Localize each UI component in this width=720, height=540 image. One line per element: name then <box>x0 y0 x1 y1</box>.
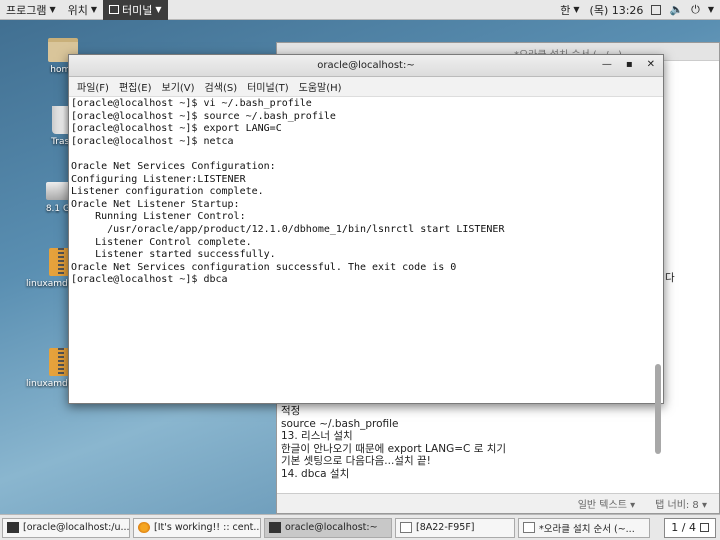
gedit-line: 한글이 안나오기 때문에 export LANG=C 로 치기 <box>281 442 507 455</box>
close-icon[interactable]: ✕ <box>647 59 655 70</box>
workspace-icon[interactable] <box>651 4 662 15</box>
gedit-line: 13. 리스너 설치 <box>281 430 353 443</box>
terminal-line: [oracle@localhost ~]$ dbca <box>71 274 228 286</box>
volume-icon[interactable]: 🔈 <box>669 3 683 16</box>
menu-terminal[interactable]: 터미널(T) <box>247 79 289 94</box>
menu-view[interactable]: 보기(V) <box>162 79 195 94</box>
firefox-icon <box>138 522 150 533</box>
input-method-label: 한 <box>560 3 571 17</box>
gedit-line: 적정 <box>281 405 301 417</box>
terminal-line: Running Listener Control: <box>71 211 246 223</box>
chevron-down-icon: ▼ <box>155 5 162 14</box>
taskbar-item[interactable]: [It's working!! :: cent... <box>133 517 261 538</box>
terminal-line: Listener Control complete. <box>71 236 252 248</box>
places-menu[interactable]: 위치 ▼ <box>62 0 103 20</box>
terminal-app-menu[interactable]: 터미널 ▼ <box>103 0 168 20</box>
top-panel: 프로그램 ▼ 위치 ▼ 터미널 ▼ 한 ▼ (목) 13:26 🔈 ⏻ ▼ <box>0 0 720 20</box>
minimize-icon[interactable]: — <box>602 59 612 70</box>
terminal-line: Listener configuration complete. <box>71 186 264 198</box>
terminal-icon <box>109 5 120 14</box>
terminal-line: Configuring Listener:LISTENER <box>71 173 246 185</box>
gedit-text-area[interactable]: 적정 source ~/.bash_profile 13. 리스너 설치 한글이… <box>281 405 711 481</box>
chevron-down-icon[interactable]: ▼ <box>708 5 714 14</box>
terminal-line: [oracle@localhost ~]$ export LANG=C <box>71 123 282 135</box>
taskbar-item[interactable]: *오라클 설치 순서 (~... <box>518 517 650 538</box>
terminal-window[interactable]: oracle@localhost:~ — ▪ ✕ 파일(F) 편집(E) 보기(… <box>68 54 664 454</box>
gedit-line: 14. dbca 설치 <box>281 467 350 480</box>
input-method-indicator[interactable]: 한 ▼ <box>558 0 581 20</box>
terminal-line: Oracle Net Listener Startup: <box>71 198 240 210</box>
terminal-line: /usr/oracle/app/product/12.1.0/dbhome_1/… <box>71 223 505 235</box>
menu-help[interactable]: 도움말(H) <box>299 79 342 94</box>
places-menu-label: 위치 <box>67 3 88 17</box>
applications-menu-label: 프로그램 <box>6 3 47 17</box>
terminal-title: oracle@localhost:~ <box>317 60 415 71</box>
window-list-panel: [oracle@localhost:/u... [It's working!! … <box>0 514 720 540</box>
taskbar-item[interactable]: [oracle@localhost:/u... <box>2 517 130 538</box>
terminal-line: Oracle Net Services Configuration: <box>71 160 276 172</box>
gedit-line: source ~/.bash_profile <box>281 417 399 430</box>
terminal-menubar: 파일(F) 편집(E) 보기(V) 검색(S) 터미널(T) 도움말(H) <box>69 77 663 97</box>
document-icon <box>523 522 535 533</box>
menu-edit[interactable]: 편집(E) <box>119 79 152 94</box>
terminal-icon <box>7 522 19 533</box>
applications-menu[interactable]: 프로그램 ▼ <box>0 0 62 20</box>
gedit-statusbar: 일반 텍스트 ▾ 탭 너비: 8 ▾ <box>277 493 719 513</box>
terminal-scrollbar[interactable] <box>653 98 661 454</box>
terminal-line: Oracle Net Services configuration succes… <box>71 261 457 273</box>
terminal-app-label: 터미널 <box>122 3 153 17</box>
menu-file[interactable]: 파일(F) <box>77 79 109 94</box>
terminal-line: [oracle@localhost ~]$ vi ~/.bash_profile <box>71 98 312 109</box>
taskbar-item-label: *오라클 설치 순서 (~... <box>539 523 635 535</box>
terminal-line: [oracle@localhost ~]$ netca <box>71 135 234 147</box>
terminal-line: Listener started successfully. <box>71 249 276 261</box>
terminal-line: [oracle@localhost ~]$ source ~/.bash_pro… <box>71 110 336 122</box>
scrollbar-thumb[interactable] <box>655 364 661 454</box>
maximize-icon[interactable]: ▪ <box>626 59 633 70</box>
chevron-down-icon: ▼ <box>573 5 580 14</box>
taskbar-item-label: oracle@localhost:~ <box>285 522 378 533</box>
taskbar-item-label: [oracle@localhost:/u... <box>23 522 130 533</box>
document-icon <box>400 522 412 533</box>
chevron-down-icon: ▼ <box>90 5 98 14</box>
terminal-titlebar[interactable]: oracle@localhost:~ — ▪ ✕ <box>69 55 663 77</box>
clock[interactable]: (목) 13:26 <box>590 2 644 18</box>
terminal-output[interactable]: [oracle@localhost ~]$ vi ~/.bash_profile… <box>71 98 651 287</box>
workspace-pager-label: 1 / 4 <box>671 521 696 534</box>
workspace-pager[interactable]: 1 / 4 <box>664 517 716 538</box>
menu-search[interactable]: 검색(S) <box>205 79 238 94</box>
tab-width-dropdown[interactable]: 탭 너비: 8 ▾ <box>655 496 707 511</box>
chevron-down-icon: ▼ <box>49 5 56 14</box>
taskbar-item-label: [It's working!! :: cent... <box>154 522 261 533</box>
terminal-icon <box>269 522 281 533</box>
gedit-line: 기본 셋팅으로 다음다음...설치 끝! <box>281 455 431 468</box>
syntax-mode-dropdown[interactable]: 일반 텍스트 ▾ <box>578 496 635 511</box>
taskbar-item[interactable]: oracle@localhost:~ <box>264 517 392 538</box>
taskbar-item[interactable]: [8A22-F95F] <box>395 517 515 538</box>
taskbar-item-label: [8A22-F95F] <box>416 522 475 533</box>
power-icon[interactable]: ⏻ <box>691 3 700 17</box>
workspace-icon <box>700 523 709 532</box>
gedit-visible-text: 다 <box>665 272 675 284</box>
